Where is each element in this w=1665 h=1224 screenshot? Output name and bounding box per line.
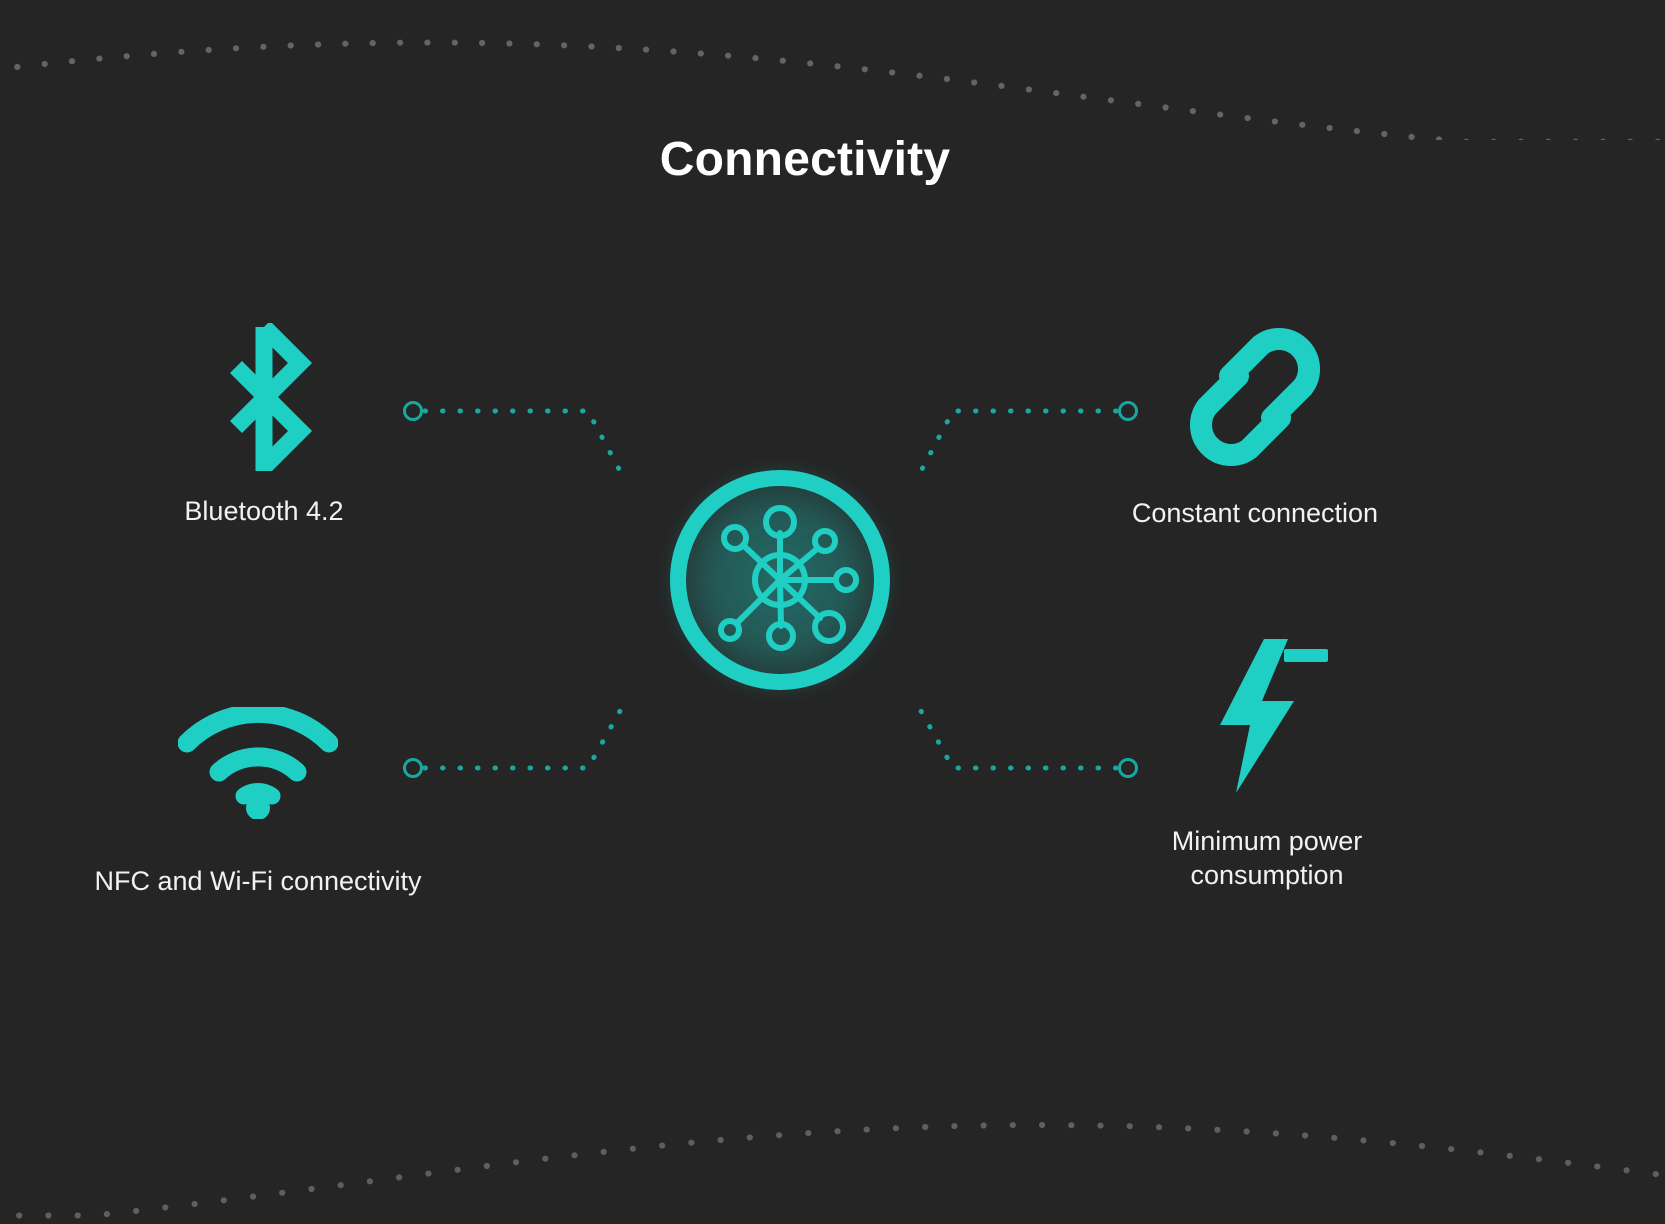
bluetooth-icon bbox=[229, 323, 313, 471]
feature-minimum-power-icon-wrap bbox=[1097, 638, 1437, 793]
feature-bluetooth-label: Bluetooth 4.2 bbox=[184, 496, 344, 526]
feature-nfc-wifi: NFC and Wi-Fi connectivity bbox=[88, 688, 428, 898]
feature-minimum-power-label: Minimum power consumption bbox=[1171, 826, 1363, 891]
lightning-bolt-icon bbox=[1220, 638, 1328, 793]
connector-nfc-wifi bbox=[403, 708, 623, 778]
feature-nfc-wifi-label: NFC and Wi-Fi connectivity bbox=[94, 866, 422, 896]
chain-link-icon bbox=[1190, 328, 1320, 466]
connector-bluetooth bbox=[403, 401, 623, 474]
feature-minimum-power: Minimum power consumption bbox=[1097, 638, 1437, 892]
feature-constant-connection-label: Constant connection bbox=[1131, 498, 1379, 528]
page-title: Connectivity bbox=[659, 133, 951, 186]
feature-bluetooth-icon-wrap bbox=[94, 322, 434, 472]
feature-constant-connection: Constant connection bbox=[1085, 322, 1425, 530]
decorative-dot-wave-top bbox=[14, 39, 1661, 140]
decorative-dot-wave-bottom bbox=[16, 1121, 1659, 1219]
central-hub bbox=[650, 450, 910, 710]
slide-canvas: Connectivity Bluetooth 4.2 NFC and Wi-Fi… bbox=[0, 0, 1665, 1224]
feature-bluetooth: Bluetooth 4.2 bbox=[94, 322, 434, 528]
feature-nfc-wifi-icon-wrap bbox=[88, 688, 428, 838]
network-hub-icon bbox=[670, 470, 890, 690]
wifi-icon bbox=[178, 707, 338, 819]
feature-constant-connection-icon-wrap bbox=[1085, 322, 1425, 472]
